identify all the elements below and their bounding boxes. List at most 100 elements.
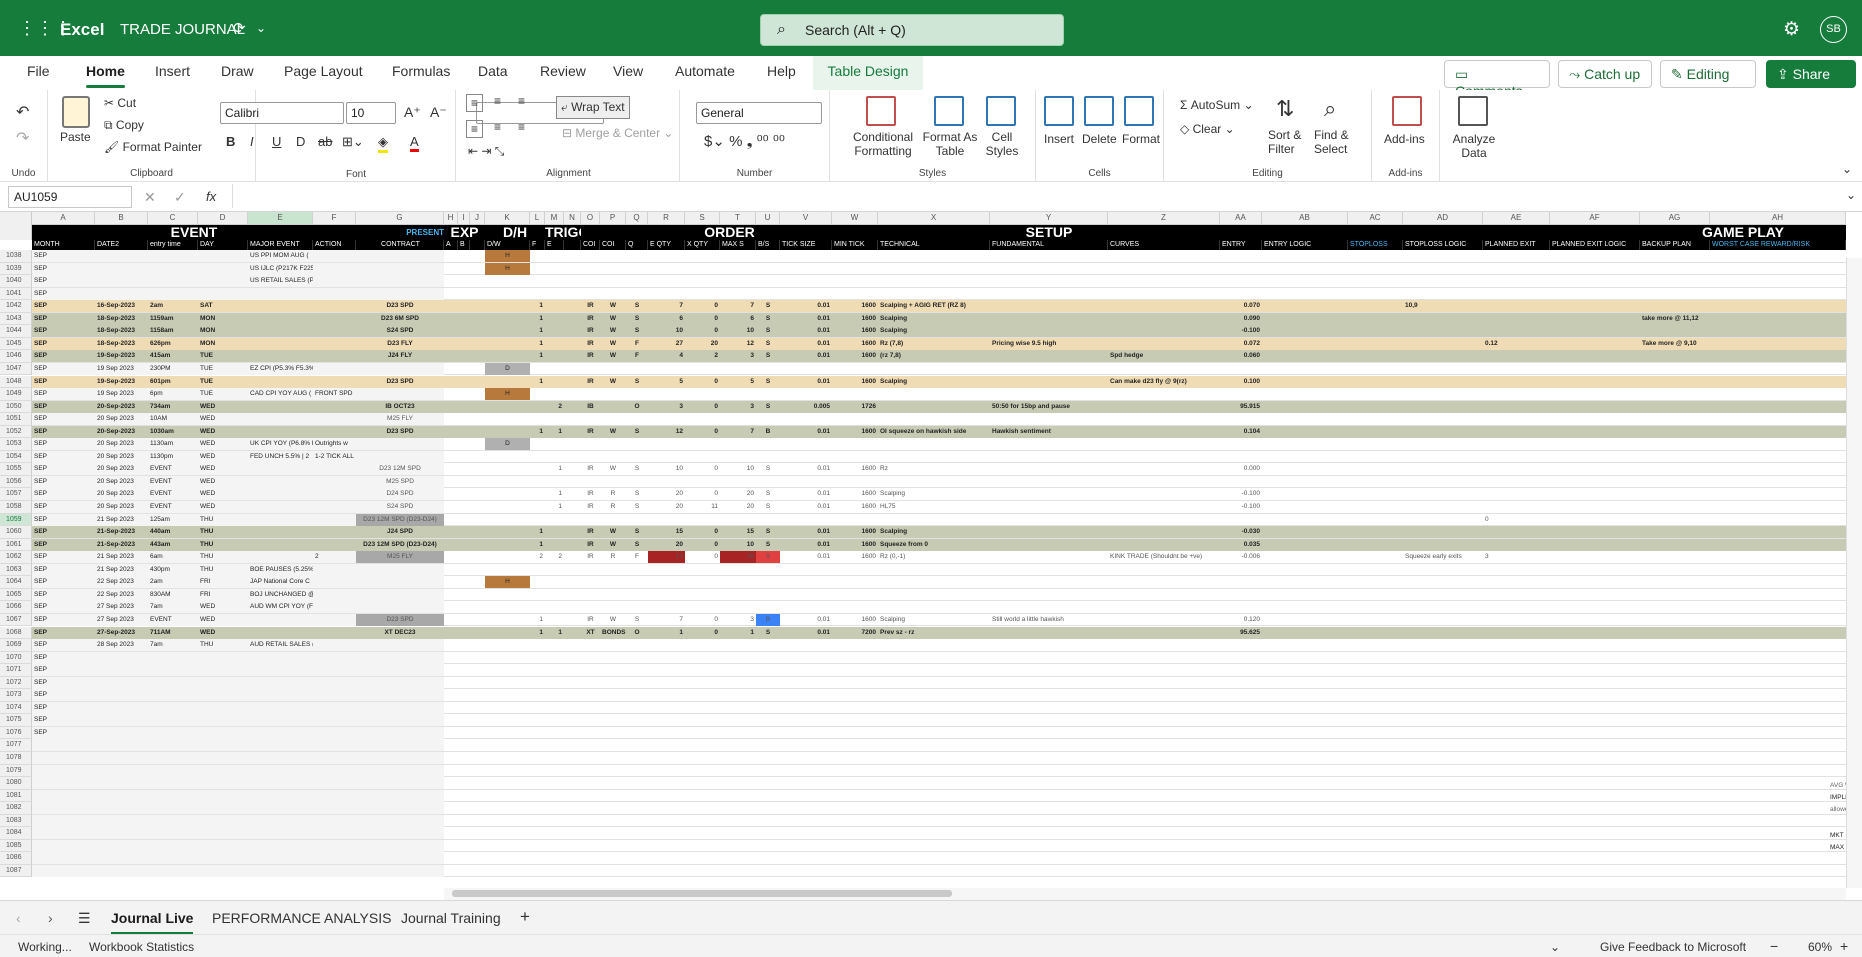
row-header[interactable]: 1043 (0, 312, 32, 326)
cell[interactable]: SEP (32, 589, 95, 601)
cell[interactable]: 21 Sep 2023 (95, 514, 148, 526)
row-header[interactable]: 1063 (0, 563, 32, 577)
cell[interactable]: 3 (648, 401, 685, 413)
share-button[interactable]: ⇪ Share ⌄ (1766, 60, 1856, 99)
cell[interactable]: S (756, 313, 780, 325)
cell[interactable]: 0.01 (780, 338, 832, 350)
insert-function-icon[interactable]: fx (206, 189, 216, 204)
autosum-button[interactable]: Σ AutoSum ⌄ (1180, 98, 1254, 112)
cell[interactable]: 20 (720, 488, 756, 500)
cell[interactable]: THU (198, 551, 248, 563)
cell[interactable]: SEP (32, 714, 95, 726)
cell[interactable]: 11 (685, 501, 720, 513)
cell[interactable]: IR (581, 526, 600, 538)
cell[interactable]: 0.01 (780, 376, 832, 388)
cell[interactable]: 415am (148, 350, 198, 362)
table-row[interactable]: SEP (32, 287, 1846, 301)
cell[interactable]: 0 (685, 300, 720, 312)
cell[interactable]: BONDS (600, 627, 626, 639)
cell[interactable]: 1600 (832, 614, 878, 626)
cell[interactable]: J24 SPD (356, 526, 444, 538)
cell[interactable]: SEP (32, 401, 95, 413)
table-header-cell[interactable]: entry time (148, 240, 198, 250)
cell[interactable]: D (485, 362, 530, 375)
align-left-icon[interactable]: ≡ (466, 120, 484, 138)
cell[interactable]: SEP (32, 325, 95, 337)
column-header[interactable]: F (313, 212, 356, 225)
table-header-cell[interactable] (470, 240, 485, 250)
tab-draw[interactable]: Draw (221, 63, 254, 79)
table-row[interactable]: SEP 20 Sep 2023 EVENT WED M25 SPD (32, 475, 1846, 489)
cell[interactable]: SEP (32, 677, 95, 689)
cell[interactable]: BOJ UNCHANGED @ (248, 589, 313, 601)
redo-icon[interactable]: ↷ (16, 128, 29, 148)
cell[interactable]: 2 (545, 551, 564, 563)
cell[interactable]: Rz (0,-1) (878, 551, 1030, 563)
cell[interactable]: 95.915 (1220, 401, 1262, 413)
wrap-text-button[interactable]: ⤶ Wrap Text (556, 96, 630, 119)
italic-icon[interactable]: I (250, 134, 254, 149)
table-row[interactable]: SEP 21 Sep 2023 430pm THU BOE PAUSES (5.25% (32, 563, 1846, 577)
cell[interactable]: WED (198, 438, 248, 450)
cell[interactable]: 50:50 for 15bp and pause (990, 401, 1148, 413)
cell[interactable]: 1 (530, 338, 545, 350)
cell[interactable]: O (626, 401, 648, 413)
cell[interactable]: 7200 (832, 627, 878, 639)
row-header[interactable]: 1052 (0, 425, 32, 439)
cell[interactable]: IR (581, 539, 600, 551)
cell[interactable]: 1 (530, 627, 545, 639)
table-row[interactable]: SEP (32, 689, 1846, 702)
cell[interactable]: 0.01 (780, 551, 832, 563)
column-header[interactable]: H (444, 212, 458, 225)
cell[interactable]: M25 FLY (356, 551, 444, 564)
table-row[interactable]: SEP (32, 664, 1846, 677)
cell[interactable]: WED (198, 451, 248, 463)
table-row[interactable]: SEP 27-Sep-2023 711AM WED XT DEC23 1 1 XT BONDS O… (32, 626, 1846, 639)
cell[interactable]: 10,9 (1403, 300, 1523, 312)
table-row[interactable]: SEP 19-Sep-2023 415am TUE J24 FLY 1 IR W F 4 2 3 S 0.… (32, 350, 1846, 363)
cell[interactable]: FED UNCH 5.5% | 2 (248, 451, 313, 463)
table-row[interactable] (32, 814, 1846, 828)
cell[interactable]: 21 Sep 2023 (95, 564, 148, 576)
cell[interactable]: 20 (648, 501, 685, 513)
cell-styles-button[interactable]: Cell Styles (980, 130, 1024, 158)
clear-button[interactable]: ◇ Clear ⌄ (1180, 122, 1235, 136)
table-row[interactable]: SEP 19-Sep-2023 601pm TUE D23 SPD 1 IR W S 5 0 5 S 0.… (32, 375, 1846, 388)
cell[interactable]: Scalping (878, 325, 1030, 337)
cell[interactable]: 15 (720, 526, 756, 538)
column-header[interactable]: M (545, 212, 564, 225)
cell[interactable]: D23 12M SPD (D23-D24) (356, 513, 444, 526)
cell[interactable]: 12 (720, 338, 756, 350)
table-row[interactable]: SEP 20-Sep-2023 1030am WED D23 SPD 1 1 IR W S 12 0 7… (32, 425, 1846, 439)
cell[interactable]: 27 (648, 338, 685, 350)
increase-font-icon[interactable]: A⁺ (404, 104, 421, 121)
cell[interactable]: 6am (148, 551, 198, 563)
cell[interactable]: R (600, 488, 626, 500)
row-header[interactable]: 1074 (0, 701, 32, 715)
tab-home[interactable]: Home (86, 63, 125, 88)
cell[interactable]: TUE (198, 388, 248, 400)
scroll-thumb[interactable] (452, 890, 952, 897)
cell[interactable]: 0 (685, 463, 720, 475)
cell[interactable]: 0.100 (1220, 376, 1262, 388)
column-header[interactable]: AC (1348, 212, 1403, 225)
column-header[interactable]: R (648, 212, 685, 225)
cell[interactable]: 1 (545, 627, 564, 639)
cell[interactable]: 10 (720, 463, 756, 475)
cell[interactable]: EVENT (148, 614, 198, 626)
underline-icon[interactable]: U (272, 134, 281, 149)
cell[interactable]: 19-Sep-2023 (95, 376, 148, 388)
fill-color-icon[interactable]: ◈ (378, 134, 388, 153)
table-header-cell[interactable]: BACKUP PLAN (1640, 240, 1710, 250)
column-header[interactable]: P (600, 212, 626, 225)
cell[interactable]: SEP (32, 689, 95, 701)
cell[interactable]: 1600 (832, 539, 878, 551)
cell[interactable]: Scalping (878, 488, 1030, 500)
cell[interactable]: MON (198, 338, 248, 350)
analyze-data-button[interactable]: Analyze Data (1450, 132, 1498, 160)
table-row[interactable] (32, 852, 1846, 865)
row-header[interactable]: 1049 (0, 388, 32, 401)
cell[interactable]: SEP (32, 263, 95, 275)
cell[interactable]: 0.070 (1220, 300, 1262, 312)
cell[interactable]: S (626, 300, 648, 312)
